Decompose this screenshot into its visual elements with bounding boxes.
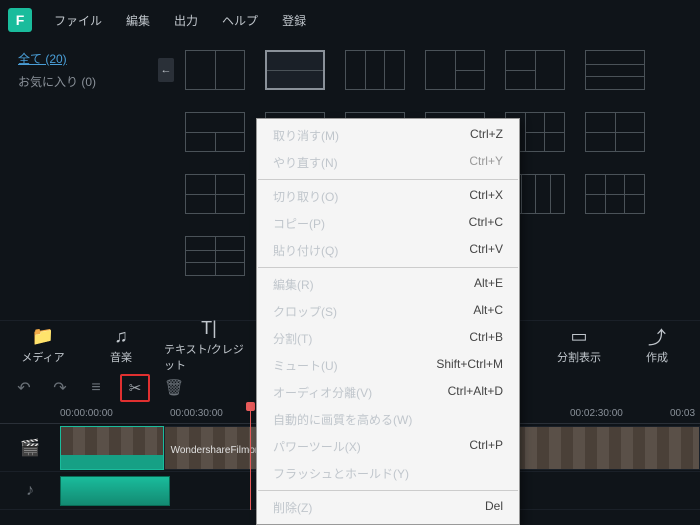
export-icon: ⤴ <box>648 327 666 347</box>
layout-thumb[interactable] <box>585 112 645 152</box>
sidebar-all-link[interactable]: 全て (20) <box>18 50 157 67</box>
context-menu-item[interactable]: 貼り付け(Q) Ctrl+V <box>257 237 519 264</box>
context-menu-shortcut: Ctrl+B <box>469 330 503 347</box>
context-menu-item[interactable]: クロップ(S) Alt+C <box>257 298 519 325</box>
layout-thumb[interactable] <box>585 174 645 214</box>
context-menu-label: やり直す(N) <box>273 154 338 171</box>
context-menu-item[interactable]: パワーツール(X) Ctrl+P <box>257 433 519 460</box>
video-clip[interactable] <box>60 426 164 470</box>
context-menu-label: オーディオ分離(V) <box>273 384 372 401</box>
sidebar-collapse-button[interactable]: ← <box>158 58 174 82</box>
layout-thumb[interactable] <box>185 174 245 214</box>
menu-register[interactable]: 登録 <box>272 8 316 33</box>
layout-thumb[interactable] <box>425 50 485 90</box>
split-icon: ▭ <box>570 327 587 347</box>
sidebar-favorites[interactable]: お気に入り (0) <box>18 73 157 90</box>
context-menu-separator <box>258 267 518 268</box>
menu-help[interactable]: ヘルプ <box>212 8 268 33</box>
trash-button[interactable]: 🗑 <box>162 376 186 400</box>
redo-button[interactable]: ↷ <box>48 376 72 400</box>
layout-thumb[interactable] <box>185 112 245 152</box>
text-icon: T| <box>201 319 217 339</box>
playhead[interactable] <box>250 406 251 510</box>
layout-thumb[interactable] <box>185 236 245 276</box>
context-menu-separator <box>258 490 518 491</box>
context-menu-item[interactable]: 分割(T) Ctrl+B <box>257 325 519 352</box>
layout-thumb[interactable] <box>505 50 565 90</box>
folder-icon: 📁 <box>32 327 54 347</box>
tab-export[interactable]: ⤴作成 <box>622 321 692 370</box>
sidebar: 全て (20) お気に入り (0) <box>0 40 175 320</box>
menu-button[interactable]: ≡ <box>84 376 108 400</box>
context-menu-shortcut: Ctrl+C <box>469 215 503 232</box>
menu-edit[interactable]: 編集 <box>116 8 160 33</box>
video-clip[interactable] <box>512 426 700 470</box>
context-menu-label: 分割(T) <box>273 330 312 347</box>
context-menu-item: やり直す(N) Ctrl+Y <box>257 149 519 176</box>
context-menu-label: 自動的に画質を高める(W) <box>273 411 412 428</box>
context-menu-shortcut: Ctrl+P <box>469 438 503 455</box>
context-menu-shortcut: Ctrl+Z <box>470 127 503 144</box>
layout-thumb[interactable] <box>345 50 405 90</box>
menu-output[interactable]: 出力 <box>164 8 208 33</box>
context-menu-shortcut: Ctrl+V <box>469 242 503 259</box>
scissors-button[interactable]: ✂ <box>120 374 150 402</box>
context-menu-shortcut: Ctrl+Y <box>469 154 503 171</box>
context-menu-item[interactable]: オーディオ分離(V) Ctrl+Alt+D <box>257 379 519 406</box>
context-menu-shortcut: Alt+C <box>473 303 503 320</box>
tab-split-view[interactable]: ▭分割表示 <box>544 321 614 370</box>
tab-music[interactable]: ♫音楽 <box>86 321 156 370</box>
context-menu-label: 切り取り(O) <box>273 188 338 205</box>
time-mark: 00:03 <box>670 408 695 419</box>
context-menu-shortcut: Ctrl+X <box>469 188 503 205</box>
context-menu-item[interactable]: 自動的に画質を高める(W) <box>257 406 519 433</box>
tab-text[interactable]: T|テキスト/クレジット <box>164 321 254 370</box>
context-menu-item[interactable]: 取り消す(M) Ctrl+Z <box>257 122 519 149</box>
context-menu-separator <box>258 179 518 180</box>
music-icon: ♫ <box>114 327 128 347</box>
context-menu-label: 編集(R) <box>273 276 314 293</box>
context-menu-label: フラッシュとホールド(Y) <box>273 465 409 482</box>
context-menu-label: 貼り付け(Q) <box>273 242 338 259</box>
context-menu-item[interactable]: 編集(R) Alt+E <box>257 271 519 298</box>
audio-clip[interactable] <box>60 476 170 506</box>
context-menu-shortcut: Alt+E <box>474 276 503 293</box>
context-menu-label: クロップ(S) <box>273 303 337 320</box>
time-mark: 00:02:30:00 <box>570 408 623 419</box>
context-menu-label: コピー(P) <box>273 215 325 232</box>
context-menu-item[interactable]: フラッシュとホールド(Y) <box>257 460 519 487</box>
video-track-icon: 🎬 <box>0 438 60 458</box>
context-menu-label: ミュート(U) <box>273 357 338 374</box>
context-menu-label: 削除(Z) <box>273 499 312 516</box>
undo-button[interactable]: ↶ <box>12 376 36 400</box>
tab-media[interactable]: 📁メディア <box>8 321 78 370</box>
menu-file[interactable]: ファイル <box>44 8 112 33</box>
context-menu-shortcut: Shift+Ctrl+M <box>436 357 503 374</box>
time-mark: 00:00:30:00 <box>170 408 223 419</box>
context-menu-shortcut: Del <box>485 499 503 516</box>
context-menu-item[interactable]: コピー(P) Ctrl+C <box>257 210 519 237</box>
context-menu-shortcut: Ctrl+Alt+D <box>448 384 503 401</box>
context-menu-label: パワーツール(X) <box>273 438 361 455</box>
app-logo: F <box>8 8 32 32</box>
context-menu-item[interactable]: 切り取り(O) Ctrl+X <box>257 183 519 210</box>
layout-thumb[interactable] <box>265 50 325 90</box>
audio-track-icon: ♪ <box>0 482 60 500</box>
menubar: F ファイル 編集 出力 ヘルプ 登録 <box>0 0 700 40</box>
context-menu-item[interactable]: ミュート(U) Shift+Ctrl+M <box>257 352 519 379</box>
time-mark: 00:00:00:00 <box>60 408 113 419</box>
layout-thumb[interactable] <box>185 50 245 90</box>
context-menu-label: 取り消す(M) <box>273 127 339 144</box>
layout-thumb[interactable] <box>585 50 645 90</box>
context-menu: 取り消す(M) Ctrl+Z やり直す(N) Ctrl+Y 切り取り(O) Ctrl+X コ… <box>256 118 520 525</box>
context-menu-item[interactable]: 削除(Z) Del <box>257 494 519 521</box>
